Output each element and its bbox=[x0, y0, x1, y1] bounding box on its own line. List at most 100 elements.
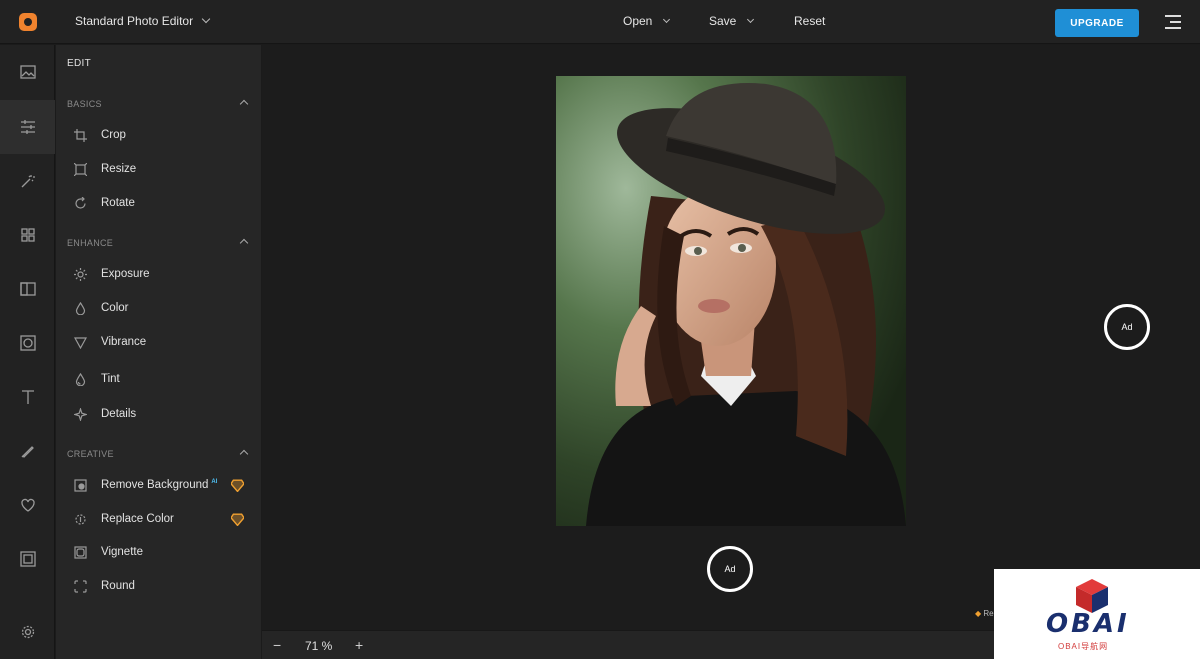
rotate-icon bbox=[75, 196, 86, 209]
hamburger-menu-icon[interactable] bbox=[1165, 15, 1181, 29]
magic-wand-icon bbox=[21, 175, 35, 188]
section-basics[interactable]: BASICS bbox=[67, 99, 249, 109]
watermark: OBAI OBAI导航网 bbox=[994, 569, 1200, 659]
chevron-up-icon bbox=[239, 99, 249, 109]
rail-graphics[interactable] bbox=[0, 208, 55, 262]
rail-stickers[interactable] bbox=[0, 478, 55, 532]
tool-color[interactable]: Color bbox=[74, 298, 254, 318]
sliders-icon bbox=[20, 120, 35, 134]
rail-image[interactable] bbox=[0, 45, 55, 99]
heart-icon bbox=[20, 498, 35, 512]
sparkle-icon bbox=[74, 407, 87, 421]
logo-icon bbox=[18, 13, 37, 31]
tool-exposure[interactable]: Exposure bbox=[74, 264, 254, 284]
remove-ads-link[interactable]: ◆ Re bbox=[975, 609, 994, 618]
tool-label: Replace Color bbox=[101, 513, 174, 525]
tool-label: Color bbox=[101, 302, 129, 314]
app-title: Standard Photo Editor bbox=[75, 14, 194, 28]
top-bar: Standard Photo Editor Open Save Reset UP… bbox=[0, 0, 1200, 44]
tool-replace-color[interactable]: Replace Color bbox=[74, 509, 254, 529]
resize-icon bbox=[74, 162, 87, 176]
reset-button[interactable]: Reset bbox=[794, 14, 825, 28]
border-icon bbox=[19, 551, 36, 567]
upgrade-button[interactable]: UPGRADE bbox=[1055, 9, 1139, 37]
tool-remove-background[interactable]: Remove Background AI bbox=[74, 475, 254, 495]
tool-label: Exposure bbox=[101, 268, 150, 280]
premium-gem-icon bbox=[231, 513, 244, 526]
ai-badge: AI bbox=[211, 479, 218, 485]
reset-label: Reset bbox=[794, 14, 826, 28]
vignette-icon bbox=[74, 545, 87, 559]
round-icon bbox=[74, 579, 87, 593]
section-creative[interactable]: CREATIVE bbox=[67, 449, 249, 459]
tool-label: Crop bbox=[101, 129, 126, 141]
section-label: ENHANCE bbox=[67, 238, 114, 248]
zoom-level: 71 % bbox=[305, 639, 333, 653]
crop-icon bbox=[74, 128, 87, 142]
tool-label: Details bbox=[101, 408, 137, 420]
premium-gem-icon bbox=[231, 479, 244, 492]
grid-icon bbox=[20, 228, 35, 242]
zoom-in-button[interactable]: + bbox=[355, 637, 363, 653]
tool-details[interactable]: Details bbox=[74, 404, 254, 424]
rail-draw[interactable] bbox=[0, 424, 55, 478]
open-label: Open bbox=[623, 14, 653, 28]
section-label: CREATIVE bbox=[67, 449, 114, 459]
tool-round[interactable]: Round bbox=[74, 576, 254, 596]
tool-rail bbox=[0, 45, 55, 659]
panel-title: EDIT bbox=[67, 58, 91, 69]
zoom-out-button[interactable]: − bbox=[273, 637, 281, 653]
text-icon bbox=[21, 390, 34, 404]
open-menu[interactable]: Open bbox=[623, 14, 671, 28]
ad-placeholder-right[interactable]: Ad bbox=[1104, 304, 1150, 350]
image-icon bbox=[19, 65, 36, 79]
tool-label: Vignette bbox=[101, 546, 143, 558]
ad-placeholder-bottom[interactable]: Ad bbox=[707, 546, 753, 592]
rail-frames[interactable] bbox=[0, 262, 55, 316]
section-label: BASICS bbox=[67, 99, 102, 109]
overlay-icon bbox=[19, 335, 36, 351]
section-enhance[interactable]: ENHANCE bbox=[67, 238, 249, 248]
chevron-down-icon bbox=[747, 15, 755, 24]
triangle-icon bbox=[74, 336, 87, 349]
rail-borders[interactable] bbox=[0, 532, 55, 586]
tool-label: Vibrance bbox=[101, 336, 147, 348]
rail-overlays[interactable] bbox=[0, 316, 55, 370]
tool-rotate[interactable]: Rotate bbox=[74, 193, 254, 213]
brush-icon bbox=[21, 446, 34, 458]
rail-effects[interactable] bbox=[0, 154, 55, 208]
remove-ads-label: Re bbox=[983, 609, 994, 618]
tool-label: Round bbox=[101, 580, 135, 592]
chevron-down-icon bbox=[663, 15, 671, 24]
sun-icon bbox=[74, 267, 87, 281]
rail-settings[interactable] bbox=[0, 605, 55, 659]
frame-icon bbox=[19, 282, 36, 296]
tool-label: Tint bbox=[101, 373, 120, 385]
save-menu[interactable]: Save bbox=[709, 14, 755, 28]
tool-vibrance[interactable]: Vibrance bbox=[74, 332, 254, 352]
tool-tint[interactable]: Tint bbox=[74, 369, 254, 389]
tool-crop[interactable]: Crop bbox=[74, 125, 254, 145]
photo-canvas-image[interactable] bbox=[556, 76, 906, 526]
chevron-up-icon bbox=[239, 238, 249, 248]
tool-label: Resize bbox=[101, 163, 137, 175]
edit-panel: EDIT BASICS Crop Resize Rotate ENHANCE E… bbox=[56, 45, 261, 659]
premium-gem-icon: ◆ bbox=[975, 609, 982, 618]
settings-icon bbox=[21, 625, 34, 639]
watermark-sub-text: OBAI导航网 bbox=[1058, 642, 1109, 651]
tool-vignette[interactable]: Vignette bbox=[74, 542, 254, 562]
portrait-photo bbox=[556, 76, 906, 526]
watermark-logo-text: OBAI bbox=[1046, 609, 1130, 639]
tool-resize[interactable]: Resize bbox=[74, 159, 254, 179]
editor-mode-dropdown[interactable]: Standard Photo Editor bbox=[75, 14, 211, 28]
chevron-up-icon bbox=[239, 449, 249, 459]
tint-icon bbox=[75, 372, 86, 386]
chevron-down-icon bbox=[201, 14, 211, 24]
rail-text[interactable] bbox=[0, 370, 55, 424]
tool-label: Remove Background bbox=[101, 479, 209, 491]
save-label: Save bbox=[709, 14, 737, 28]
drop-icon bbox=[75, 301, 86, 315]
app-logo[interactable] bbox=[0, 0, 55, 44]
tool-label: Rotate bbox=[101, 197, 135, 209]
rail-adjust[interactable] bbox=[0, 100, 55, 154]
